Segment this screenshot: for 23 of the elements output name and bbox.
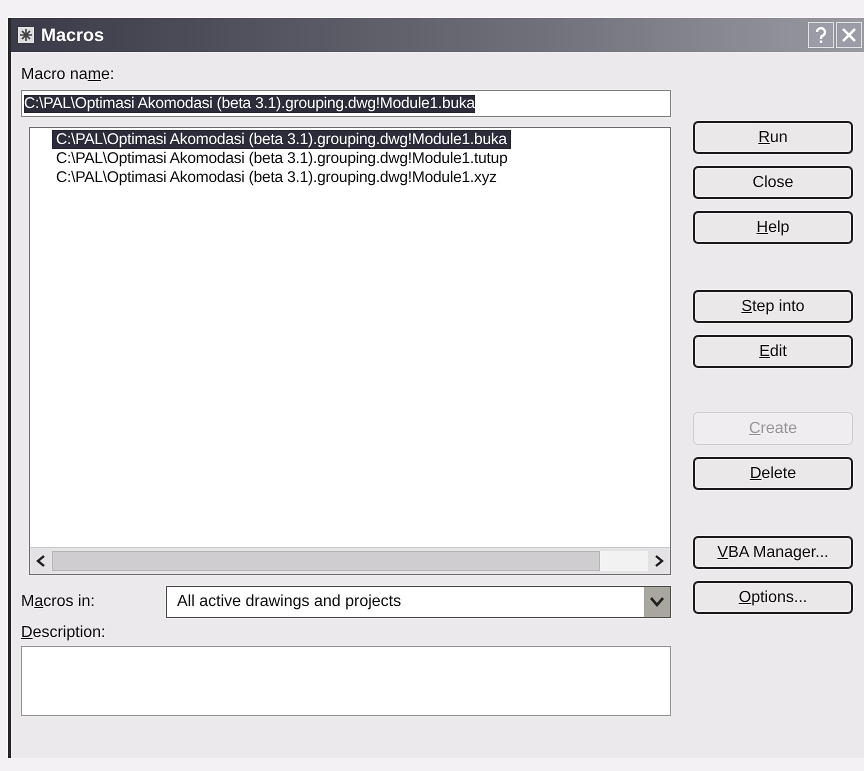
- macro-list-item[interactable]: C:\PAL\Optimasi Akomodasi (beta 3.1).grouping.dwg!Module1.buka: [52, 130, 511, 149]
- dialog-button[interactable]: Close: [693, 166, 853, 199]
- close-icon: [841, 27, 857, 43]
- macro-list-item[interactable]: C:\PAL\Optimasi Akomodasi (beta 3.1).grouping.dwg!Module1.xyz: [52, 168, 501, 187]
- dialog-button[interactable]: Help: [693, 211, 853, 244]
- horizontal-scrollbar[interactable]: [30, 547, 670, 574]
- macro-name-field[interactable]: C:\PAL\Optimasi Akomodasi (beta 3.1).grouping.dwg!Module1.buka: [21, 90, 671, 117]
- dialog-button[interactable]: Edit: [693, 335, 853, 368]
- field-label: Description:: [21, 624, 106, 642]
- macros-in-dropdown[interactable]: All active drawings and projects: [166, 586, 671, 618]
- macro-list-item[interactable]: C:\PAL\Optimasi Akomodasi (beta 3.1).grouping.dwg!Module1.tutup: [52, 149, 512, 168]
- help-button[interactable]: [808, 22, 834, 48]
- dialog-button[interactable]: Run: [693, 121, 853, 154]
- dialog-button[interactable]: VBA Manager...: [693, 536, 853, 569]
- window-icon: [17, 26, 35, 44]
- field-label: Macro name:: [21, 66, 116, 84]
- question-mark-icon: [814, 26, 828, 44]
- close-button[interactable]: [836, 22, 862, 48]
- dialog-button[interactable]: Step into: [693, 290, 853, 323]
- dialog-button[interactable]: Options...: [693, 581, 853, 614]
- dialog-button[interactable]: Delete: [693, 457, 853, 490]
- window-title: Macros: [41, 24, 104, 46]
- field-label: Macros in:: [21, 593, 95, 611]
